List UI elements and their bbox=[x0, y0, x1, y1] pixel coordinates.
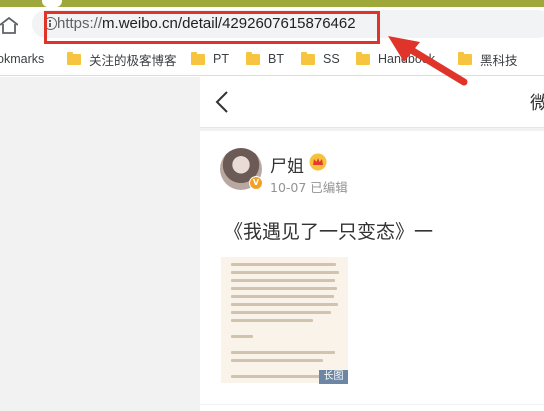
browser-tab-strip bbox=[0, 0, 544, 7]
avatar[interactable]: V bbox=[220, 148, 263, 190]
bookmark-label: PT bbox=[213, 52, 229, 66]
bookmark-folder-geek-blogs[interactable]: 关注的极客博客 bbox=[67, 50, 177, 68]
verified-badge: V bbox=[249, 176, 263, 190]
folder-icon bbox=[246, 51, 260, 65]
folder-icon bbox=[191, 51, 205, 65]
bookmark-item-bookmarks[interactable]: okmarks bbox=[0, 50, 44, 68]
next-card-edge bbox=[200, 405, 544, 411]
url-highlight-box bbox=[44, 11, 380, 44]
bookmark-label: 关注的极客博客 bbox=[89, 53, 177, 68]
weibo-post-card: V 尸姐 10-07 已编辑 《我遇见了一只变态》一 长图 bbox=[200, 131, 544, 404]
bookmark-folder-pt[interactable]: PT bbox=[191, 50, 229, 68]
folder-icon bbox=[67, 51, 81, 65]
bookmark-label: SS bbox=[323, 52, 340, 66]
post-image-thumbnail[interactable] bbox=[221, 257, 348, 383]
post-username[interactable]: 尸姐 bbox=[270, 152, 304, 177]
weibo-top-nav: 微 bbox=[200, 77, 544, 128]
annotation-arrow-icon bbox=[388, 36, 468, 86]
bookmark-label: 黑科技 bbox=[480, 53, 518, 68]
back-arrow-icon[interactable] bbox=[215, 91, 229, 113]
folder-icon bbox=[356, 51, 370, 65]
post-meta: 10-07 已编辑 bbox=[270, 180, 348, 195]
bookmark-label: BT bbox=[268, 52, 284, 66]
active-tab-edge[interactable] bbox=[42, 0, 62, 7]
left-margin bbox=[0, 77, 200, 411]
vip-crown-icon bbox=[309, 153, 327, 171]
long-image-badge: 长图 bbox=[319, 370, 348, 384]
home-icon[interactable] bbox=[0, 17, 18, 34]
bookmark-folder-ss[interactable]: SS bbox=[301, 50, 340, 68]
folder-icon bbox=[301, 51, 315, 65]
post-text: 《我遇见了一只变态》一 bbox=[224, 221, 434, 243]
nav-title: 微 bbox=[530, 93, 544, 114]
bookmark-folder-bt[interactable]: BT bbox=[246, 50, 284, 68]
bookmark-label: okmarks bbox=[0, 52, 45, 66]
